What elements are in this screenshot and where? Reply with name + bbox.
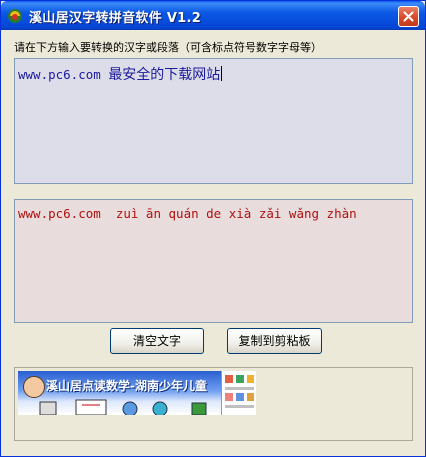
input-chinese-text: 最安全的下载网站: [108, 67, 221, 83]
copy-to-clipboard-button[interactable]: 复制到剪粘板: [227, 328, 322, 354]
text-caret: [221, 66, 223, 81]
window-title: 溪山居汉字转拼音软件 V1.2: [29, 11, 202, 26]
input-latin-text: www.pc6.com: [18, 67, 109, 82]
ad-panel: 溪山居点读数学-湖南少年儿童: [14, 367, 413, 441]
ad-avatar-icon: [23, 376, 45, 398]
ad-toolbar-icons: [39, 399, 207, 415]
title-bar[interactable]: 溪山居汉字转拼音软件 V1.2: [1, 1, 425, 30]
ad-thumbnail: [221, 371, 256, 415]
instruction-label: 请在下方输入要转换的汉字或段落（可含标点符号数字字母等）: [14, 41, 322, 54]
close-button[interactable]: [398, 6, 419, 27]
clear-text-button[interactable]: 清空文字: [110, 328, 204, 354]
app-window: 溪山居汉字转拼音软件 V1.2 请在下方输入要转换的汉字或段落（可含标点符号数字…: [0, 0, 426, 457]
app-icon: [7, 8, 23, 24]
close-icon: [403, 11, 414, 22]
output-text: www.pc6.com zuì ān quán de xià zǎi wǎng …: [18, 206, 357, 221]
input-text: www.pc6.com 最安全的下载网站: [18, 64, 223, 84]
ad-banner-text: 溪山居点读数学-湖南少年儿童: [46, 379, 207, 393]
ad-banner[interactable]: 溪山居点读数学-湖南少年儿童: [18, 371, 256, 415]
chinese-input-textarea[interactable]: www.pc6.com 最安全的下载网站: [14, 58, 413, 184]
pinyin-output-textarea[interactable]: www.pc6.com zuì ān quán de xià zǎi wǎng …: [14, 199, 413, 323]
